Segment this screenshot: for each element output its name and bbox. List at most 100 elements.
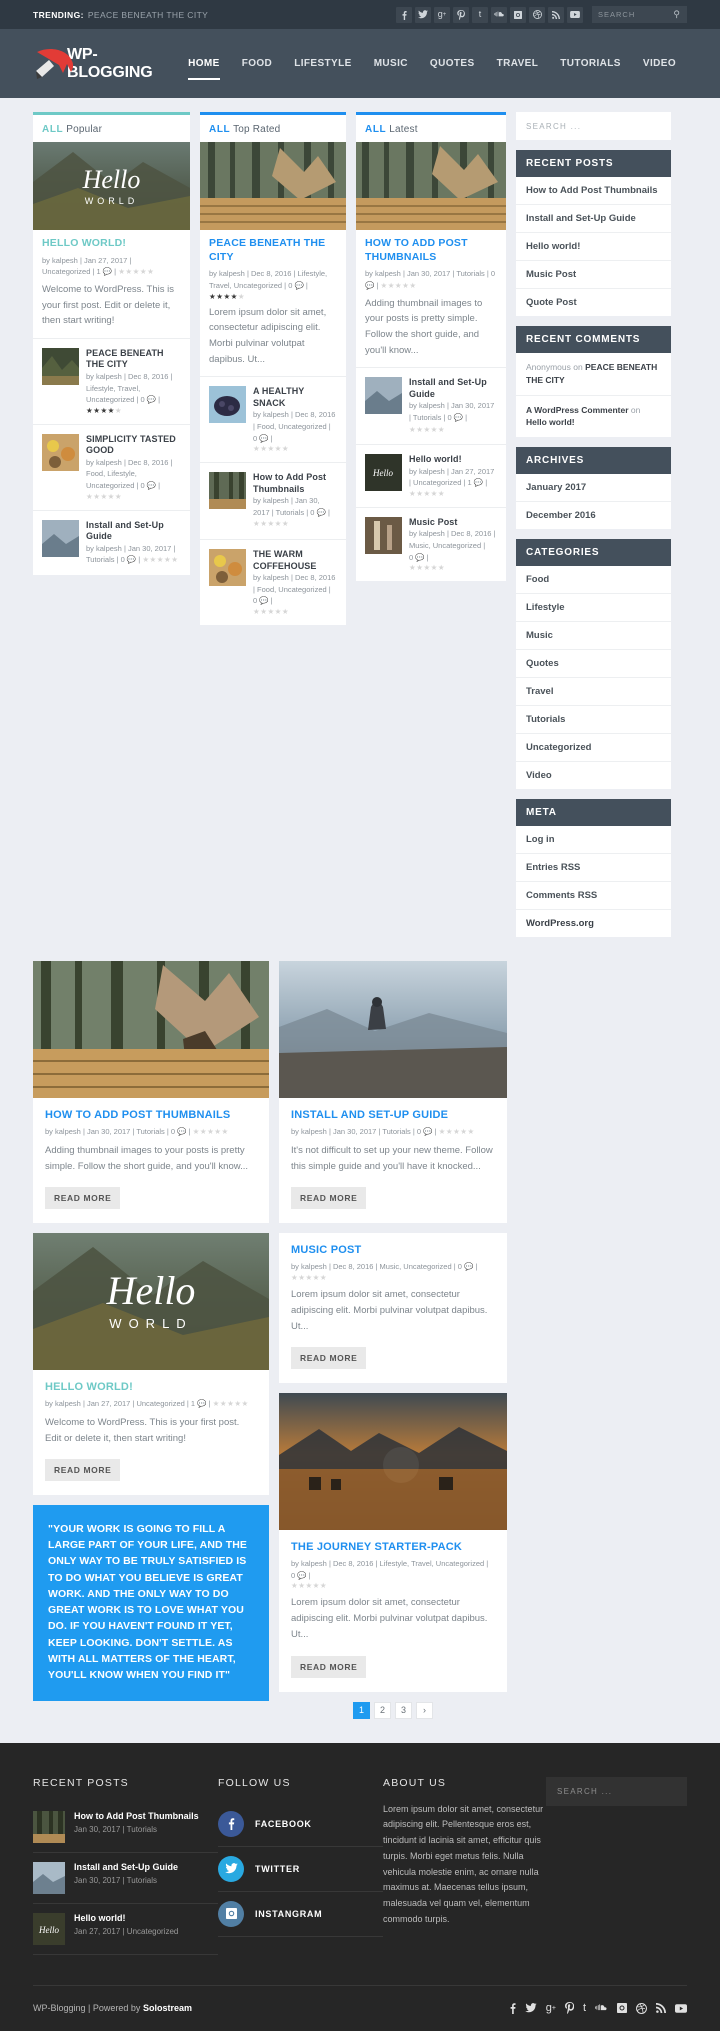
google-plus-icon[interactable]: g + [546, 2002, 556, 2014]
list-item[interactable]: A WordPress Commenter on Hello world! [516, 396, 671, 438]
list-item[interactable]: THE WARM COFFEHOUSE by kalpesh | Dec 8, … [200, 539, 346, 625]
list-item[interactable]: Hello world! [516, 233, 671, 261]
category-link[interactable]: Uncategorized [526, 742, 591, 753]
sidebar-search-input[interactable]: SEARCH ... [516, 112, 671, 140]
post-cover-image[interactable]: Hello WORLD [33, 1232, 269, 1370]
list-item[interactable]: Anonymous on PEACE BENEATH THE CITY [516, 353, 671, 396]
category-link[interactable]: Video [526, 770, 552, 781]
list-item[interactable]: December 2016 [516, 502, 671, 529]
post-title[interactable]: Install and Set-Up Guide [74, 1862, 178, 1874]
meta-link-entries-rss[interactable]: Entries RSS [526, 862, 580, 873]
list-item[interactable]: January 2017 [516, 474, 671, 502]
list-item[interactable]: PEACE BENEATH THE CITY by kalpesh | Dec … [33, 337, 190, 424]
facebook-icon[interactable] [396, 6, 412, 23]
twitter-icon[interactable] [525, 2003, 537, 2013]
search-icon[interactable]: ⚲ [673, 9, 681, 20]
recent-post-link[interactable]: Hello world! [526, 241, 580, 252]
list-item[interactable]: Quotes [516, 650, 671, 678]
post-title[interactable]: HOW TO ADD POST THUMBNAILS [365, 237, 497, 264]
post-title[interactable]: How to Add Post Thumbnails [74, 1811, 199, 1823]
tumblr-icon[interactable]: t [583, 2002, 586, 2014]
soundcloud-icon[interactable] [491, 6, 507, 23]
list-item[interactable]: A HEALTHY SNACK by kalpesh | Dec 8, 2016… [200, 376, 346, 462]
post-title[interactable]: THE WARM COFFEHOUSE [253, 549, 337, 572]
read-more-button[interactable]: READ MORE [291, 1346, 367, 1369]
post-title[interactable]: HELLO WORLD! [42, 237, 181, 251]
list-item[interactable]: Food [516, 566, 671, 594]
nav-item-music[interactable]: MUSIC [363, 54, 419, 74]
post-category[interactable]: Tutorials [127, 1825, 157, 1834]
featured-hero-image-popular[interactable]: Hello WORLD [33, 142, 190, 230]
list-item[interactable]: WordPress.org [516, 910, 671, 937]
list-item[interactable]: Lifestyle [516, 594, 671, 622]
nav-item-quotes[interactable]: QUOTES [419, 54, 486, 74]
category-link[interactable]: Lifestyle [526, 602, 565, 613]
post-cover-image[interactable] [33, 961, 269, 1098]
post-title[interactable]: HELLO WORLD! [45, 1381, 257, 1393]
read-more-button[interactable]: READ MORE [45, 1186, 121, 1209]
soundcloud-icon[interactable] [595, 2004, 608, 2012]
list-item[interactable]: Quote Post [516, 289, 671, 316]
list-item[interactable]: Hello Hello world! by kalpesh | Jan 27, … [356, 444, 506, 507]
post-cover-image[interactable] [279, 961, 507, 1098]
list-item[interactable]: Log in [516, 826, 671, 854]
top-search-box[interactable]: SEARCH ⚲ [592, 6, 687, 23]
post-title[interactable]: Hello world! [409, 454, 497, 466]
post-title[interactable]: SIMPLICITY TASTED GOOD [86, 434, 181, 457]
page-button-2[interactable]: 2 [374, 1701, 391, 1719]
post-title[interactable]: THE JOURNEY STARTER-PACK [291, 1541, 495, 1553]
read-more-button[interactable]: READ MORE [291, 1186, 367, 1209]
comment-post-link[interactable]: Hello world! [526, 417, 575, 427]
meta-link-login[interactable]: Log in [526, 834, 555, 845]
post-title[interactable]: A HEALTHY SNACK [253, 386, 337, 409]
meta-link-wordpress-org[interactable]: WordPress.org [526, 918, 594, 929]
nav-item-tutorials[interactable]: TUTORIALS [549, 54, 632, 74]
dribbble-icon[interactable] [636, 2002, 647, 2014]
read-more-button[interactable]: READ MORE [291, 1655, 367, 1678]
list-item[interactable]: Uncategorized [516, 734, 671, 762]
post-category[interactable]: Uncategorized [127, 1927, 179, 1936]
featured-hero-image-top-rated[interactable] [200, 142, 346, 230]
archive-link[interactable]: December 2016 [526, 510, 596, 521]
youtube-icon[interactable] [567, 6, 583, 23]
recent-post-link[interactable]: Music Post [526, 269, 576, 280]
recent-post-link[interactable]: Quote Post [526, 297, 577, 308]
list-item[interactable]: How to Add Post Thumbnails by kalpesh | … [200, 462, 346, 539]
post-title[interactable]: Music Post [409, 517, 497, 529]
list-item[interactable]: How to Add Post Thumbnails [516, 177, 671, 205]
facebook-icon[interactable] [510, 2002, 516, 2015]
list-item[interactable]: Music Post [516, 261, 671, 289]
category-link[interactable]: Travel [526, 686, 553, 697]
list-item[interactable]: Travel [516, 678, 671, 706]
pinterest-icon[interactable] [453, 6, 469, 23]
category-link[interactable]: Music [526, 630, 553, 641]
post-category[interactable]: Tutorials [127, 1876, 157, 1885]
post-title[interactable]: Install and Set-Up Guide [86, 520, 181, 543]
nav-item-lifestyle[interactable]: LIFESTYLE [283, 54, 363, 74]
post-title[interactable]: Install and Set-Up Guide [409, 377, 497, 400]
rss-icon[interactable] [548, 6, 564, 23]
list-item[interactable]: Music [516, 622, 671, 650]
post-title[interactable]: How to Add Post Thumbnails [253, 472, 337, 495]
dribbble-icon[interactable] [529, 6, 545, 23]
site-logo[interactable]: WP-BLOGGING [33, 46, 177, 82]
list-item[interactable]: Video [516, 762, 671, 789]
quote-post-card[interactable]: "YOUR WORK IS GOING TO FILL A LARGE PART… [33, 1504, 269, 1702]
pinterest-icon[interactable] [564, 2002, 574, 2015]
list-item[interactable]: How to Add Post Thumbnails Jan 30, 2017 … [33, 1802, 218, 1853]
list-item[interactable]: Install and Set-Up Guide [516, 205, 671, 233]
post-title[interactable]: PEACE BENEATH THE CITY [86, 348, 181, 371]
post-cover-image[interactable] [279, 1392, 507, 1530]
trending-headline[interactable]: PEACE BENEATH THE CITY [88, 10, 208, 20]
recent-post-link[interactable]: How to Add Post Thumbnails [526, 185, 658, 196]
post-title[interactable]: INSTALL AND SET-UP GUIDE [291, 1109, 495, 1121]
meta-link-comments-rss[interactable]: Comments RSS [526, 890, 597, 901]
list-item[interactable]: Comments RSS [516, 882, 671, 910]
post-title[interactable]: MUSIC POST [291, 1244, 495, 1256]
category-link[interactable]: Food [526, 574, 549, 585]
list-item[interactable]: Install and Set-Up Guide by kalpesh | Ja… [33, 509, 190, 575]
list-item[interactable]: Install and Set-Up Guide by kalpesh | Ja… [356, 367, 506, 444]
nav-item-video[interactable]: VIDEO [632, 54, 687, 74]
instagram-icon[interactable] [510, 6, 526, 23]
nav-item-food[interactable]: FOOD [231, 54, 284, 74]
